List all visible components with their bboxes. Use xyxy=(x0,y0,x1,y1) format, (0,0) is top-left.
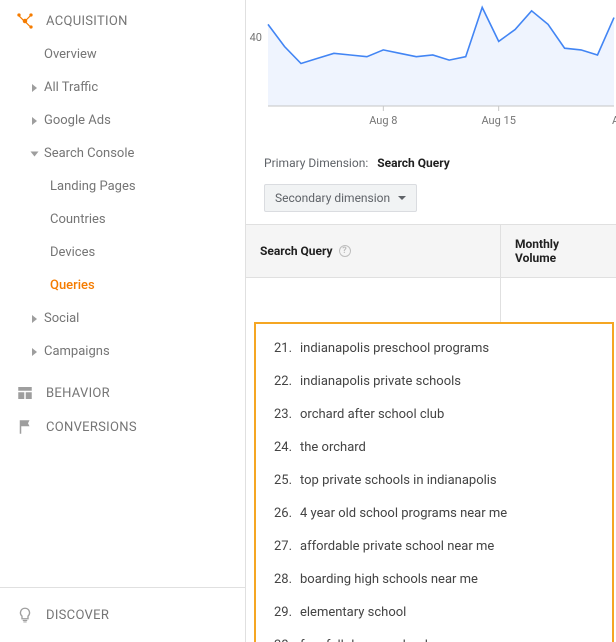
chevron-right-icon xyxy=(24,348,44,356)
sidebar-section-behavior[interactable]: BEHAVIOR xyxy=(0,376,245,410)
svg-text:A: A xyxy=(612,114,616,127)
help-icon[interactable]: ? xyxy=(339,245,351,257)
row-number: 23. xyxy=(266,407,300,422)
lightbulb-icon xyxy=(14,606,36,624)
sidebar-item-campaigns[interactable]: Campaigns xyxy=(0,335,245,368)
search-query-text: indianapolis preschool programs xyxy=(300,341,606,356)
sidebar: ACQUISITION Overview All Traffic Google … xyxy=(0,0,246,642)
sidebar-discover[interactable]: DISCOVER xyxy=(0,587,245,642)
chevron-right-icon xyxy=(24,315,44,323)
search-query-text: free full day preschool near me xyxy=(300,638,606,642)
secondary-dimension-dropdown[interactable]: Secondary dimension xyxy=(264,184,417,212)
table-row[interactable]: 23.orchard after school club xyxy=(256,398,612,431)
row-number: 25. xyxy=(266,473,300,488)
row-number: 22. xyxy=(266,374,300,389)
chevron-right-icon xyxy=(24,117,44,125)
behavior-icon xyxy=(14,384,36,402)
table-row[interactable]: 24.the orchard xyxy=(256,431,612,464)
sidebar-item-label: Search Console xyxy=(44,146,134,161)
column-header-monthly-volume[interactable]: Monthly Volume xyxy=(500,225,616,277)
sidebar-item-overview[interactable]: Overview xyxy=(0,38,245,71)
sidebar-item-label: Google Ads xyxy=(44,113,111,128)
table-row[interactable]: 27.affordable private school near me xyxy=(256,530,612,563)
table-header: Search Query ? Monthly Volume xyxy=(246,224,616,278)
sidebar-item-countries[interactable]: Countries xyxy=(0,203,245,236)
sidebar-item-label: Countries xyxy=(50,212,106,227)
sidebar-item-queries[interactable]: Queries xyxy=(0,269,245,302)
sidebar-section-label: ACQUISITION xyxy=(46,14,128,29)
chevron-down-icon xyxy=(24,150,44,158)
sidebar-item-label: Landing Pages xyxy=(50,179,136,194)
search-query-text: orchard after school club xyxy=(300,407,606,422)
chevron-down-icon xyxy=(398,196,406,200)
primary-dimension-label: Primary Dimension: xyxy=(264,156,368,170)
svg-text:Aug 8: Aug 8 xyxy=(369,114,397,127)
sidebar-item-label: All Traffic xyxy=(44,80,98,95)
table-row[interactable]: 25.top private schools in indianapolis xyxy=(256,464,612,497)
sidebar-section-label: CONVERSIONS xyxy=(46,420,137,435)
search-query-text: 4 year old school programs near me xyxy=(300,506,606,521)
sidebar-section-acquisition[interactable]: ACQUISITION xyxy=(0,4,245,38)
sidebar-section-label: BEHAVIOR xyxy=(46,386,110,401)
chevron-right-icon xyxy=(24,84,44,92)
row-number: 29. xyxy=(266,605,300,620)
table-row[interactable]: 29.elementary school xyxy=(256,596,612,629)
row-number: 24. xyxy=(266,440,300,455)
sidebar-item-label: Devices xyxy=(50,245,95,260)
sidebar-item-all-traffic[interactable]: All Traffic xyxy=(0,71,245,104)
svg-text:Aug 15: Aug 15 xyxy=(481,114,515,127)
sidebar-item-google-ads[interactable]: Google Ads xyxy=(0,104,245,137)
row-number: 30. xyxy=(266,638,300,642)
column-header-label: Monthly Volume xyxy=(515,237,602,265)
search-query-text: boarding high schools near me xyxy=(300,572,606,587)
table-row[interactable]: 28.boarding high schools near me xyxy=(256,563,612,596)
sidebar-item-social[interactable]: Social xyxy=(0,302,245,335)
sidebar-item-label: Campaigns xyxy=(44,344,110,359)
sidebar-section-conversions[interactable]: CONVERSIONS xyxy=(0,410,245,444)
sidebar-item-devices[interactable]: Devices xyxy=(0,236,245,269)
report-chart[interactable]: 40 Aug 8 Aug 15 A xyxy=(246,0,616,132)
table-row[interactable]: 21.indianapolis preschool programs xyxy=(256,332,612,365)
column-header-search-query[interactable]: Search Query ? xyxy=(246,225,500,277)
table-row[interactable]: 22.indianapolis private schools xyxy=(256,365,612,398)
search-query-text: the orchard xyxy=(300,440,606,455)
column-header-label: Search Query xyxy=(260,244,333,258)
search-query-text: top private schools in indianapolis xyxy=(300,473,606,488)
sidebar-item-label: Social xyxy=(44,311,79,326)
sidebar-item-label: Queries xyxy=(50,278,95,293)
main-content: 40 Aug 8 Aug 15 A Primary Dimension: Search… xyxy=(246,0,616,642)
row-number: 21. xyxy=(266,341,300,356)
row-number: 27. xyxy=(266,539,300,554)
primary-dimension-row: Primary Dimension: Search Query xyxy=(246,132,616,180)
row-number: 28. xyxy=(266,572,300,587)
search-query-text: elementary school xyxy=(300,605,606,620)
row-number: 26. xyxy=(266,506,300,521)
acquisition-icon xyxy=(14,12,36,30)
sidebar-item-landing-pages[interactable]: Landing Pages xyxy=(0,170,245,203)
svg-text:40: 40 xyxy=(250,31,262,44)
primary-dimension-value[interactable]: Search Query xyxy=(377,156,450,170)
sidebar-discover-label: DISCOVER xyxy=(46,608,109,623)
flag-icon xyxy=(14,418,36,436)
table-row[interactable]: 26.4 year old school programs near me xyxy=(256,497,612,530)
results-highlight-box: 21.indianapolis preschool programs22.ind… xyxy=(254,322,614,642)
sidebar-item-search-console[interactable]: Search Console xyxy=(0,137,245,170)
sidebar-item-label: Overview xyxy=(44,47,97,62)
search-query-text: indianapolis private schools xyxy=(300,374,606,389)
search-query-text: affordable private school near me xyxy=(300,539,606,554)
secondary-dimension-label: Secondary dimension xyxy=(275,191,390,205)
table-row[interactable]: 30.free full day preschool near me xyxy=(256,629,612,642)
table-summary-row xyxy=(246,278,616,322)
